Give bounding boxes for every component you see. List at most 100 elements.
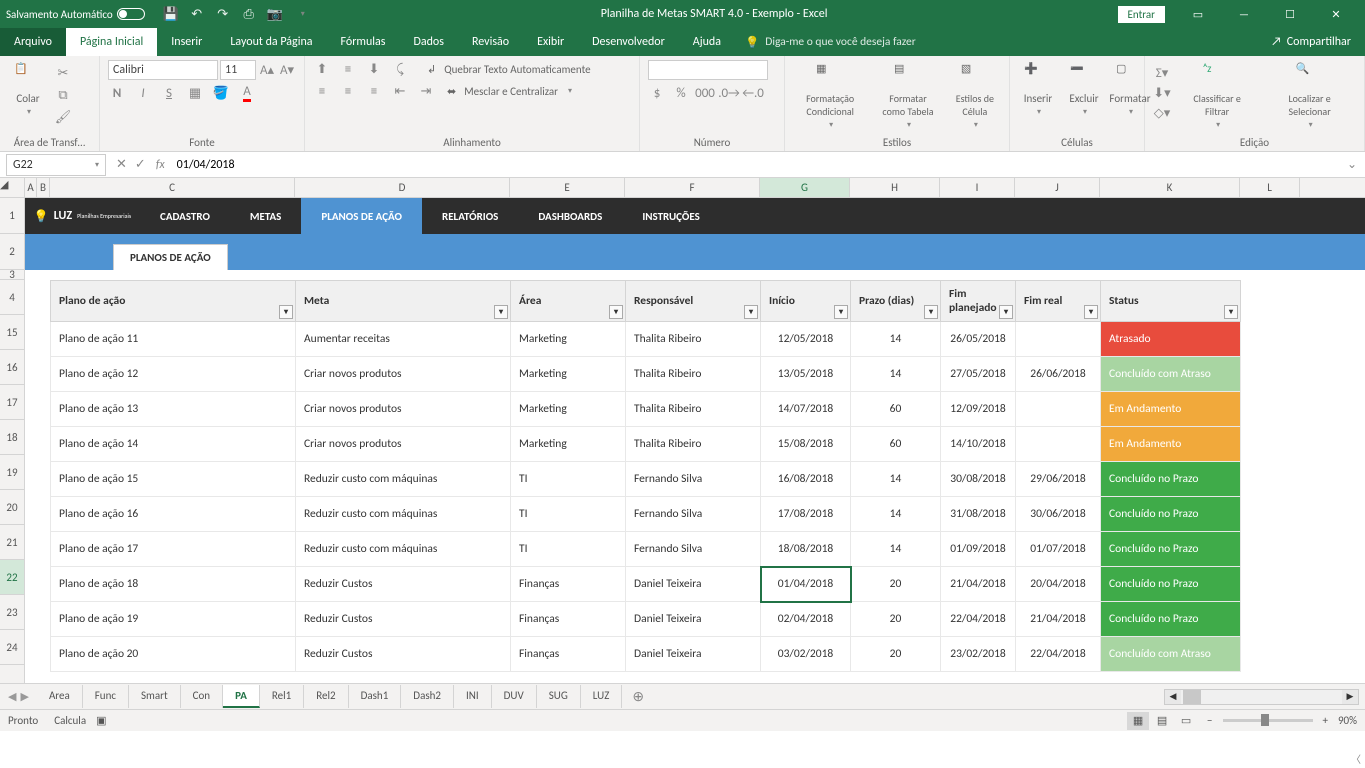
macro-record-icon[interactable]: ▣ [96, 714, 106, 727]
format-painter-icon[interactable]: 🖌 [54, 108, 72, 126]
dec-decimal-icon[interactable]: ←.0 [744, 84, 762, 102]
filter-icon[interactable]: ▾ [609, 305, 623, 319]
minimize-icon[interactable]: — [1221, 0, 1267, 28]
table-cell[interactable]: 30/06/2018 [1016, 497, 1101, 532]
paste-button[interactable]: 📋 Colar ▾ [8, 60, 48, 119]
table-header[interactable]: Fim real▾ [1016, 281, 1101, 322]
zoom-level[interactable]: 90% [1338, 714, 1357, 727]
column-header-I[interactable]: I [940, 178, 1015, 197]
table-cell[interactable]: 12/05/2018 [761, 322, 851, 357]
table-cell[interactable]: Plano de ação 18 [51, 567, 296, 602]
table-header[interactable]: Prazo (dias)▾ [851, 281, 941, 322]
wrap-text-button[interactable]: Quebrar Texto Automaticamente [444, 63, 590, 76]
table-cell[interactable]: Finanças [511, 567, 626, 602]
comma-icon[interactable]: 000 [696, 84, 714, 102]
autosum-icon[interactable]: Σ▾ [1153, 64, 1171, 82]
cut-icon[interactable]: ✂ [54, 64, 72, 82]
filter-icon[interactable]: ▾ [494, 305, 508, 319]
menu-tab-exibir[interactable]: Exibir [523, 28, 578, 56]
table-cell[interactable]: Daniel Teixeira [626, 637, 761, 672]
sheet-tab-sug[interactable]: SUG [537, 685, 581, 708]
horizontal-scrollbar[interactable]: ◀ ▶ [654, 689, 1365, 705]
align-bottom-icon[interactable]: ⬇ [365, 60, 383, 78]
row-header-17[interactable]: 17 [0, 385, 24, 420]
table-cell[interactable]: 14 [851, 497, 941, 532]
menu-tab-fórmulas[interactable]: Fórmulas [327, 28, 400, 56]
table-cell[interactable]: 18/08/2018 [761, 532, 851, 567]
table-cell[interactable]: 27/05/2018 [941, 357, 1016, 392]
table-cell[interactable]: Thalita Ribeiro [626, 357, 761, 392]
format-cells-button[interactable]: ▢Formatar▾ [1110, 60, 1150, 119]
sheet-tab-duv[interactable]: DUV [492, 685, 537, 708]
table-cell[interactable]: Plano de ação 19 [51, 602, 296, 637]
ribbon-options-icon[interactable]: ▭ [1175, 0, 1221, 28]
table-cell[interactable]: Reduzir custo com máquinas [296, 497, 511, 532]
formula-input[interactable] [173, 154, 1339, 176]
expand-formula-icon[interactable]: ⌄ [1339, 157, 1365, 172]
table-cell[interactable]: 02/04/2018 [761, 602, 851, 637]
font-family-select[interactable] [108, 60, 218, 80]
table-cell[interactable] [1016, 392, 1101, 427]
column-header-F[interactable]: F [625, 178, 760, 197]
menu-tab-revisão[interactable]: Revisão [458, 28, 523, 56]
menu-tab-dados[interactable]: Dados [399, 28, 457, 56]
table-header[interactable]: Fim planejado▾ [941, 281, 1016, 322]
dashnav-dashboards[interactable]: DASHBOARDS [518, 198, 622, 234]
sheet-tab-area[interactable]: Area [37, 685, 83, 708]
table-cell[interactable]: Concluído no Prazo [1101, 602, 1241, 637]
shrink-font-icon[interactable]: A▾ [278, 61, 296, 79]
fill-color-icon[interactable]: 🪣 [212, 84, 230, 102]
row-header-20[interactable]: 20 [0, 490, 24, 525]
table-cell[interactable]: 20/04/2018 [1016, 567, 1101, 602]
table-header[interactable]: Plano de ação▾ [51, 281, 296, 322]
find-select-button[interactable]: 🔍Localizar e Selecionar▾ [1263, 60, 1356, 132]
font-color-icon[interactable]: A [238, 84, 256, 102]
table-cell[interactable]: 12/09/2018 [941, 392, 1016, 427]
indent-inc-icon[interactable]: ⇥ [417, 82, 435, 100]
table-cell[interactable]: Atrasado [1101, 322, 1241, 357]
row-header-3[interactable]: 3 [0, 270, 24, 280]
table-cell[interactable]: 20 [851, 567, 941, 602]
filter-icon[interactable]: ▾ [1224, 305, 1238, 319]
dashnav-planos-de-ação[interactable]: PLANOS DE AÇÃO [301, 198, 422, 234]
table-cell[interactable]: 14/07/2018 [761, 392, 851, 427]
table-cell[interactable]: 16/08/2018 [761, 462, 851, 497]
name-box[interactable]: G22 ▾ [6, 154, 106, 176]
column-header-G[interactable]: G [760, 178, 850, 197]
print-icon[interactable]: ⎙ [241, 6, 257, 22]
table-cell[interactable]: Finanças [511, 637, 626, 672]
column-header-H[interactable]: H [850, 178, 940, 197]
table-cell[interactable]: 14/10/2018 [941, 427, 1016, 462]
camera-icon[interactable]: 📷 [267, 6, 283, 22]
table-cell[interactable]: Thalita Ribeiro [626, 322, 761, 357]
menu-tab-layout-da-página[interactable]: Layout da Página [216, 28, 326, 56]
table-cell[interactable]: 01/07/2018 [1016, 532, 1101, 567]
table-cell[interactable]: Reduzir custo com máquinas [296, 532, 511, 567]
column-header-B[interactable]: B [37, 178, 50, 197]
align-left-icon[interactable]: ≡ [313, 82, 331, 100]
table-cell[interactable]: 60 [851, 392, 941, 427]
normal-view-icon[interactable]: ▦ [1127, 712, 1149, 730]
table-cell[interactable]: 60 [851, 427, 941, 462]
table-cell[interactable]: Marketing [511, 427, 626, 462]
scroll-left-icon[interactable]: ◀ [1165, 690, 1181, 704]
sheet-tab-pa[interactable]: PA [223, 685, 260, 708]
column-header-E[interactable]: E [510, 178, 625, 197]
table-cell[interactable]: Concluído no Prazo [1101, 497, 1241, 532]
table-cell[interactable]: Concluído com Atraso [1101, 637, 1241, 672]
currency-icon[interactable]: $ [648, 84, 666, 102]
table-cell[interactable]: Plano de ação 13 [51, 392, 296, 427]
undo-icon[interactable]: ↶ [189, 6, 205, 22]
dashnav-instruções[interactable]: INSTRUÇÕES [622, 198, 719, 234]
insert-cells-button[interactable]: ➕Inserir▾ [1018, 60, 1058, 119]
cell-styles-button[interactable]: ▧Estilos de Célula▾ [949, 60, 1001, 132]
filter-icon[interactable]: ▾ [744, 305, 758, 319]
table-cell[interactable]: 21/04/2018 [941, 567, 1016, 602]
filter-icon[interactable]: ▾ [834, 305, 848, 319]
sheet-tab-ini[interactable]: INI [454, 685, 492, 708]
scroll-right-icon[interactable]: ▶ [1342, 690, 1358, 704]
table-cell[interactable]: Marketing [511, 392, 626, 427]
align-middle-icon[interactable]: ≡ [339, 60, 357, 78]
fill-icon[interactable]: ⬇▾ [1153, 84, 1171, 102]
select-all-corner[interactable]: ◢ [0, 178, 25, 197]
